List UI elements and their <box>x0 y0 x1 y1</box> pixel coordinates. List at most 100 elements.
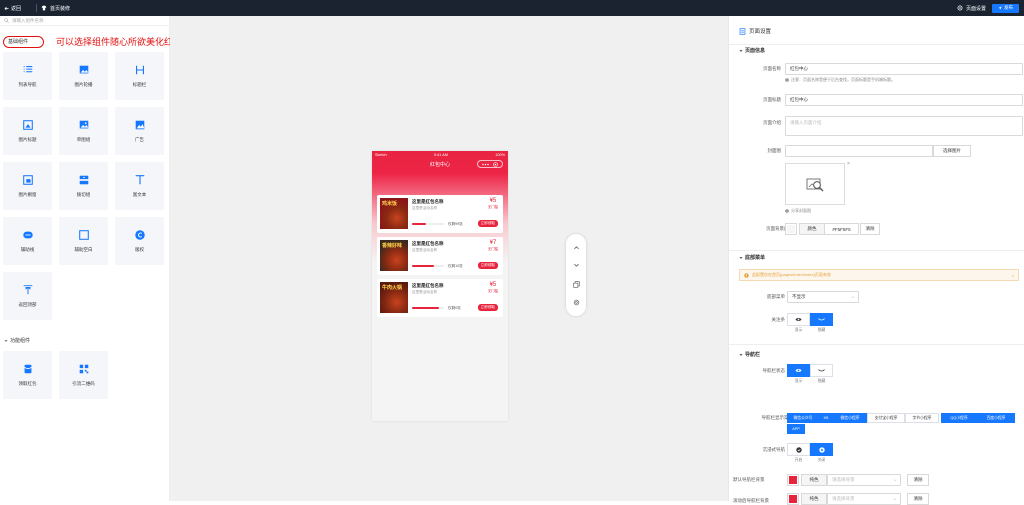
publish-button[interactable]: 发布 <box>992 4 1019 13</box>
default-bg-swatch[interactable] <box>787 474 799 486</box>
component-tile[interactable]: 单图组 <box>59 107 108 155</box>
channel-bytedance-mini[interactable]: 字节小程序 <box>905 413 939 423</box>
component-search[interactable]: 请输入组件名称 <box>0 16 169 26</box>
stock-remaining: 仅剩99张 <box>448 222 463 227</box>
move-up-icon[interactable] <box>573 244 580 251</box>
basic-section-header[interactable]: 基础组件 可以选择组件随心所欲美化红包中心页面 <box>0 34 170 50</box>
default-bg-placeholder: 请选择背景 <box>832 477 855 483</box>
stock-progress <box>412 223 444 225</box>
component-tile[interactable]: 引流二维码 <box>59 351 108 399</box>
navbar-group[interactable]: 导航栏 <box>739 351 760 358</box>
eye-closed-icon <box>818 317 825 322</box>
bg-color-swatch[interactable] <box>785 223 797 235</box>
component-label: 富文本 <box>133 192 147 198</box>
component-tile[interactable]: 图片轮播 <box>59 52 108 100</box>
claim-button[interactable]: 立即领取 <box>478 220 498 227</box>
func-components-grid: 领取红包引流二维码 <box>3 351 164 399</box>
page-settings-button[interactable]: 页面设置 <box>957 5 986 12</box>
page-info-group[interactable]: 页面信息 <box>739 47 765 54</box>
back-button[interactable]: 返回 <box>0 5 36 12</box>
claim-button[interactable]: 立即领取 <box>478 304 498 311</box>
stock-remaining: 仅剩10张 <box>448 264 463 269</box>
immersive-off-label: 关闭 <box>810 458 833 463</box>
settings-icon[interactable] <box>573 299 580 306</box>
component-tile[interactable]: 版权 <box>115 217 164 265</box>
default-bg-select[interactable]: 请选择背景 <box>827 474 901 486</box>
default-bg-pure[interactable]: 纯色 <box>801 474 827 486</box>
single-image-icon <box>78 119 90 131</box>
close-icon[interactable]: × <box>847 161 850 167</box>
component-tile[interactable]: 辅助空白 <box>59 217 108 265</box>
scroll-bg-swatch[interactable] <box>787 493 799 505</box>
scroll-bg-select[interactable]: 请选择背景 <box>827 493 901 505</box>
nav-show-label: 显示 <box>787 379 810 384</box>
copy-icon[interactable] <box>573 281 580 288</box>
cover-preview[interactable] <box>785 163 845 205</box>
func-section-header[interactable]: 功能组件 <box>4 337 30 344</box>
stock-progress-fill <box>412 265 434 267</box>
move-down-icon[interactable] <box>573 262 580 269</box>
channel-wechat-mp[interactable]: 微信公众号 <box>787 413 819 423</box>
component-tile[interactable]: 标题栏 <box>115 52 164 100</box>
component-tile[interactable]: 图片橱窗 <box>3 162 52 210</box>
red-packet-card[interactable]: 牛肉火锅这里是红包名称这里是活动名称¥5无门槛仅剩0张立即领取 <box>377 279 503 317</box>
bottom-menu-group[interactable]: 底部菜单 <box>739 254 765 261</box>
immersive-on-radio[interactable] <box>787 443 810 456</box>
claim-button[interactable]: 立即领取 <box>478 262 498 269</box>
bg-clear-button[interactable]: 清除 <box>860 223 880 235</box>
page-icon <box>739 28 746 35</box>
channel-h5[interactable]: H5 <box>819 413 833 423</box>
component-tile[interactable]: 返回顶部 <box>3 272 52 320</box>
channel-baidu-mini[interactable]: 百度小程序 <box>977 413 1015 423</box>
component-tile[interactable]: 图片标题 <box>3 107 52 155</box>
channel-wechat-mini[interactable]: 微信小程序 <box>833 413 867 423</box>
component-tile[interactable]: 拨切组 <box>59 162 108 210</box>
page-intro-textarea[interactable]: 请输入页面介绍 <box>785 116 1023 136</box>
bottom-menu-title: 底部菜单 <box>745 254 765 261</box>
immersive-off-radio[interactable] <box>810 443 833 456</box>
component-tile[interactable]: 领取红包 <box>3 351 52 399</box>
component-tile[interactable]: 列表导航 <box>3 52 52 100</box>
page-name-label: 页面名称 <box>731 66 781 72</box>
default-nav-bg-label: 默认导航栏背景 <box>733 477 793 483</box>
eye-icon <box>795 317 802 322</box>
scroll-bg-clear[interactable]: 清除 <box>907 493 929 505</box>
nav-hide-radio[interactable] <box>810 364 833 377</box>
nav-show-radio[interactable] <box>787 364 810 377</box>
search-input[interactable]: 请输入组件名称 <box>12 18 44 24</box>
channel-qq-mini[interactable]: QQ小程序 <box>941 413 977 423</box>
bg-color-value[interactable]: #F5F5F5 <box>825 223 859 235</box>
red-packet-card[interactable]: 香辣好味这里是红包名称这里是活动名称¥7无门槛仅剩10张立即领取 <box>377 237 503 275</box>
bottom-menu-select[interactable]: 不显示 <box>787 291 859 303</box>
component-label: 广告 <box>135 137 144 143</box>
bg-pure-label: 颜色 <box>808 226 817 232</box>
card-info: 这里是红包名称这里是活动名称¥7无门槛仅剩10张立即领取 <box>408 240 500 272</box>
split-group-icon <box>78 174 90 186</box>
func-section-title: 功能组件 <box>10 337 30 344</box>
alert-close-icon[interactable]: × <box>1012 273 1018 278</box>
qrcode-icon <box>78 363 90 375</box>
follow-show-radio[interactable] <box>787 313 810 326</box>
component-tile[interactable]: 辅助线 <box>3 217 52 265</box>
component-tile[interactable]: 广告 <box>115 107 164 155</box>
food-image-text: 香辣好味 <box>382 243 406 249</box>
basic-components-grid: 列表导航图片轮播标题栏图片标题单图组广告图片橱窗拨切组富文本辅助线辅助空白版权返… <box>3 52 164 320</box>
page-title-value: 红包中心 <box>790 97 808 103</box>
component-tile[interactable]: 富文本 <box>115 162 164 210</box>
select-image-button[interactable]: 选择图片 <box>933 145 971 157</box>
bg-pure-button[interactable]: 颜色 <box>799 223 825 235</box>
scroll-bg-pure[interactable]: 纯色 <box>801 493 827 505</box>
default-bg-clear[interactable]: 清除 <box>907 474 929 486</box>
phone-nav[interactable]: 红包中心 <box>372 157 508 171</box>
page-name-input[interactable]: 红包中心 <box>785 63 1023 75</box>
channel-app[interactable]: APP <box>787 424 805 434</box>
card-subtitle: 这里是活动名称 <box>412 290 500 295</box>
page-title-input[interactable]: 红包中心 <box>785 94 1023 106</box>
follow-hide-radio[interactable] <box>810 313 833 326</box>
bg-swatch-fill <box>787 225 795 233</box>
channel-alipay-mini[interactable]: 支付宝小程序 <box>867 413 905 423</box>
stock-progress-fill <box>412 307 439 309</box>
red-packet-card[interactable]: 鸡米饭这里是红包名称这里是活动名称¥5无门槛仅剩99张立即领取 <box>377 195 503 233</box>
cover-input[interactable] <box>785 145 933 157</box>
card-price: ¥7无门槛 <box>488 240 498 251</box>
